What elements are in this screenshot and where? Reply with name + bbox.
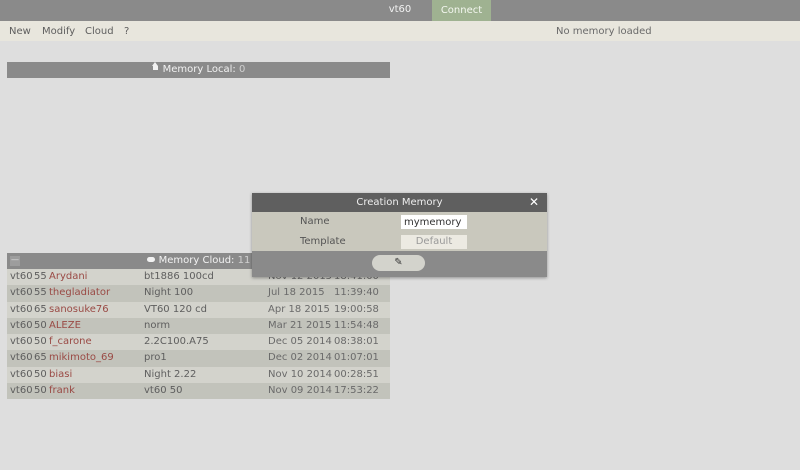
window-title: vt60 (388, 4, 412, 15)
row-user: thegladiator (49, 287, 111, 299)
row-date: Apr 18 2015 (268, 303, 330, 315)
name-label: Name (300, 216, 330, 227)
row-user: ALEZE (49, 319, 81, 331)
row-preset: norm (144, 319, 171, 331)
row-size: 50 (34, 368, 47, 380)
row-time: 08:38:01 (334, 336, 379, 348)
dialog-title: Creation Memory (356, 197, 443, 208)
memory-status: No memory loaded (556, 26, 652, 37)
row-preset: VT60 120 cd (144, 303, 207, 315)
row-model: vt60 (10, 319, 33, 331)
memory-local-count: 0 (238, 64, 246, 75)
row-model: vt60 (10, 287, 33, 299)
row-user: sanosuke76 (49, 303, 109, 315)
row-date: Nov 10 2014 (268, 368, 333, 380)
connect-button[interactable]: Connect (432, 0, 491, 21)
row-preset: bt1886 100cd (144, 271, 214, 282)
row-date: Dec 05 2014 (268, 336, 332, 348)
row-size: 55 (34, 271, 47, 282)
row-preset: vt60 50 (144, 385, 183, 397)
dialog-header: Creation Memory ✕ (252, 193, 547, 212)
row-user: mikimoto_69 (49, 352, 114, 364)
row-preset: 2.2C100.A75 (144, 336, 209, 348)
collapse-button[interactable]: — (10, 256, 20, 266)
row-date: Nov 09 2014 (268, 385, 333, 397)
table-row[interactable]: vt60 50 ALEZE norm Mar 21 2015 11:54:48 (7, 317, 390, 335)
row-user: f_carone (49, 336, 92, 348)
row-user: Arydani (49, 271, 88, 282)
row-time: 01:07:01 (334, 352, 379, 364)
row-time: 11:39:40 (334, 287, 379, 299)
row-date: Mar 21 2015 (268, 319, 332, 331)
home-icon (151, 62, 159, 72)
menu-bar: New Modify Cloud ? No memory loaded (0, 21, 800, 41)
row-time: 00:28:51 (334, 368, 379, 380)
row-user: biasi (49, 368, 73, 380)
name-input[interactable] (401, 215, 467, 229)
row-model: vt60 (10, 352, 33, 364)
template-label: Template (300, 236, 346, 247)
create-button[interactable]: ✎ (372, 255, 425, 271)
template-select[interactable]: Default (401, 235, 467, 249)
row-model: vt60 (10, 336, 33, 348)
row-size: 50 (34, 319, 47, 331)
menu-new[interactable]: New (9, 26, 31, 37)
row-size: 65 (34, 303, 47, 315)
row-date: Dec 02 2014 (268, 352, 332, 364)
row-time: 17:53:22 (334, 385, 379, 397)
row-size: 50 (34, 385, 47, 397)
table-row[interactable]: vt60 50 frank vt60 50 Nov 09 2014 17:53:… (7, 383, 390, 400)
table-row[interactable]: vt60 50 f_carone 2.2C100.A75 Dec 05 2014… (7, 334, 390, 351)
row-model: vt60 (10, 271, 33, 282)
row-preset: pro1 (144, 352, 167, 364)
row-date: Jul 18 2015 (268, 287, 325, 299)
row-model: vt60 (10, 385, 33, 397)
row-user: frank (49, 385, 75, 397)
menu-help[interactable]: ? (124, 26, 129, 37)
memory-cloud-count: 11 (237, 255, 251, 266)
row-preset: Night 100 (144, 287, 194, 299)
row-size: 65 (34, 352, 47, 364)
cloud-memory-list: vt60 55 Arydani bt1886 100cd Nov 12 2015… (7, 269, 390, 400)
creation-memory-dialog: Creation Memory ✕ Name Template Default … (252, 193, 547, 277)
menu-modify[interactable]: Modify (42, 26, 75, 37)
memory-local-label: Memory Local: (162, 64, 236, 75)
table-row[interactable]: vt60 65 sanosuke76 VT60 120 cd Apr 18 20… (7, 301, 390, 318)
memory-cloud-label: Memory Cloud: (158, 255, 235, 266)
table-row[interactable]: vt60 50 biasi Night 2.22 Nov 10 2014 00:… (7, 366, 390, 384)
row-time: 11:54:48 (334, 319, 379, 331)
row-size: 50 (34, 336, 47, 348)
title-bar: vt60 Connect (0, 0, 800, 21)
table-row[interactable]: vt60 55 thegladiator Night 100 Jul 18 20… (7, 285, 390, 302)
dialog-footer: ✎ (252, 251, 547, 277)
row-model: vt60 (10, 368, 33, 380)
row-size: 55 (34, 287, 47, 299)
close-icon[interactable]: ✕ (529, 193, 539, 212)
cloud-icon (146, 257, 155, 262)
row-model: vt60 (10, 303, 33, 315)
menu-cloud[interactable]: Cloud (85, 26, 114, 37)
pencil-icon: ✎ (394, 257, 403, 268)
row-time: 19:00:58 (334, 303, 379, 315)
memory-local-header[interactable]: Memory Local: 0 (7, 62, 390, 78)
table-row[interactable]: vt60 65 mikimoto_69 pro1 Dec 02 2014 01:… (7, 350, 390, 367)
row-preset: Night 2.22 (144, 368, 197, 380)
